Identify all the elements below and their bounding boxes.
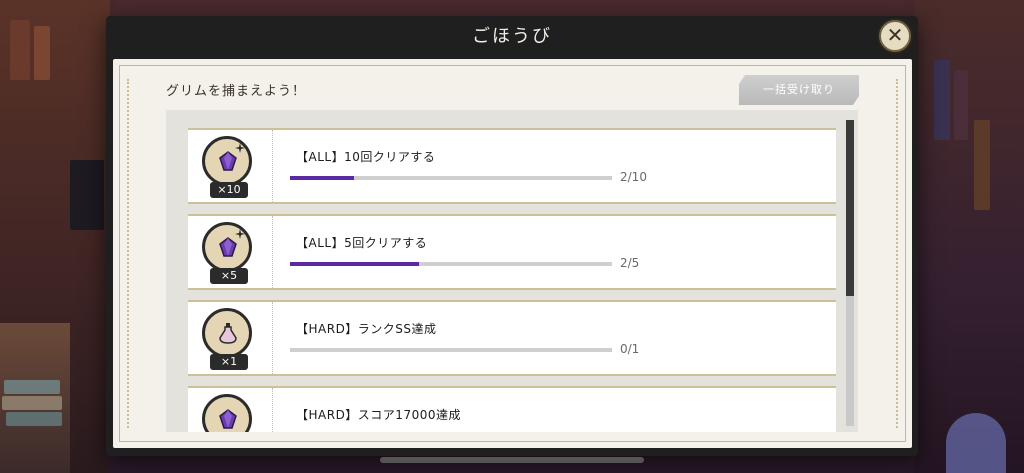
reward-icon-cell [188, 388, 273, 432]
reward-medal [202, 222, 252, 272]
reward-icon-cell: ×10 [188, 130, 273, 202]
reward-icon-cell: ×1 [188, 302, 273, 374]
progress-text: 2/10 [620, 170, 647, 184]
home-indicator [380, 457, 644, 463]
mission-title: 【HARD】スコア17000達成 [296, 408, 461, 422]
book-stack [4, 380, 60, 394]
modal-title: ごほうび [472, 26, 552, 47]
book [34, 26, 50, 80]
mission-title: 【ALL】5回クリアする [296, 236, 428, 250]
progress-bar [290, 262, 612, 266]
progress-text: 2/5 [620, 256, 640, 270]
potion-icon [219, 323, 237, 344]
book [934, 60, 950, 140]
progress-bar [290, 176, 612, 180]
mission-row: ×5 【ALL】5回クリアする 2/5 [188, 214, 836, 290]
progress-fill [290, 262, 419, 266]
mission-row: ×1 【HARD】ランクSS達成 0/1 [188, 300, 836, 376]
gem-icon [219, 409, 237, 429]
close-button[interactable]: ✕ [879, 20, 911, 52]
scrollbar-thumb[interactable] [846, 120, 854, 296]
mission-title: 【HARD】ランクSS達成 [296, 322, 437, 336]
reward-medal [202, 394, 252, 432]
reward-quantity: ×10 [210, 182, 248, 198]
claim-all-button[interactable]: 一括受け取り [739, 75, 859, 105]
sparkle-icon [235, 229, 245, 239]
mission-title: 【ALL】10回クリアする [296, 150, 436, 164]
wall-portrait [70, 160, 104, 230]
book [974, 120, 990, 210]
mission-row: 【HARD】スコア17000達成 [188, 386, 836, 432]
section-title: グリムを捕まえよう！ [166, 84, 307, 99]
reward-medal [202, 136, 252, 186]
book [10, 20, 30, 80]
sparkle-icon [235, 143, 245, 153]
window-arch [946, 413, 1006, 473]
reward-quantity: ×1 [210, 354, 248, 370]
rewards-panel: グリムを捕まえよう！ 一括受け取り ×10 【ALL】10回クリアする 2/10… [113, 59, 912, 448]
bookshelf-left [0, 0, 110, 473]
reward-icon-cell: ×5 [188, 216, 273, 288]
dotted-divider-right [896, 79, 898, 428]
gem-icon [219, 151, 237, 171]
scrollbar[interactable] [846, 120, 854, 426]
mission-row: ×10 【ALL】10回クリアする 2/10 [188, 128, 836, 204]
bookshelf-right [914, 0, 1024, 473]
book-stack [2, 396, 62, 410]
progress-fill [290, 176, 355, 180]
mission-list[interactable]: ×10 【ALL】10回クリアする 2/10 ×5 【ALL】5回クリアする 2… [166, 110, 858, 432]
book [954, 70, 968, 140]
progress-bar [290, 348, 612, 352]
reward-medal [202, 308, 252, 358]
gem-icon [219, 237, 237, 257]
reward-quantity: ×5 [210, 268, 248, 284]
progress-text: 0/1 [620, 342, 640, 356]
dotted-divider-left [127, 79, 129, 428]
book-stack [6, 412, 62, 426]
